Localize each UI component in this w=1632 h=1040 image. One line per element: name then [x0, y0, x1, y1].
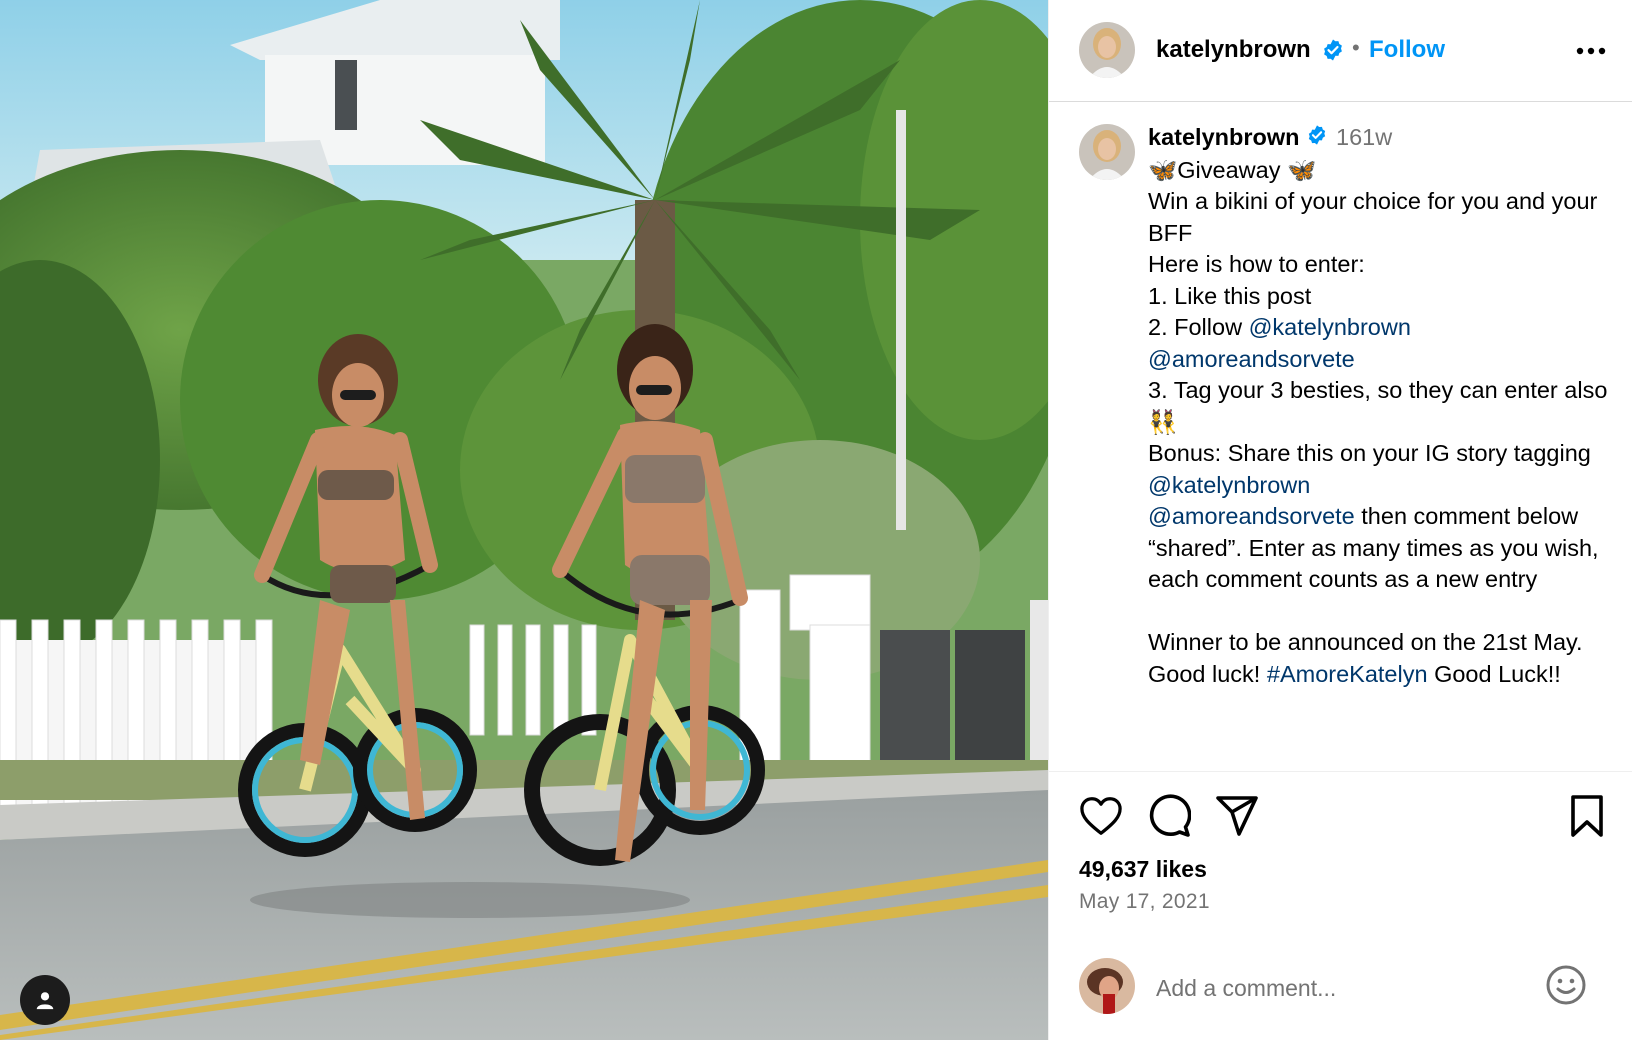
mention-link[interactable]: @katelynbrown — [1249, 314, 1411, 340]
tagged-users-button[interactable] — [20, 975, 70, 1025]
avatar-image — [1079, 22, 1135, 78]
caption-line-5: 3. Tag your 3 besties, so they can enter… — [1148, 377, 1614, 435]
paper-plane-icon — [1216, 796, 1258, 836]
header-username[interactable]: katelynbrown — [1156, 36, 1311, 64]
caption-line-1: Win a bikini of your choice for you and … — [1148, 188, 1604, 246]
post-date: May 17, 2021 — [1079, 890, 1210, 913]
caption-section: katelynbrown 161w 🦋Giveaway 🦋 Win a biki… — [1049, 102, 1632, 772]
caption-line-6-prefix: Bonus: Share this on your IG story taggi… — [1148, 440, 1598, 467]
mention-link[interactable]: @katelynbrown — [1148, 472, 1310, 498]
separator-dot: • — [1352, 35, 1360, 60]
mention-link[interactable]: @amoreandsorvete — [1148, 503, 1355, 529]
post-header: katelynbrown • Follow — [1049, 0, 1632, 102]
verified-badge-icon — [1321, 38, 1345, 67]
caption-text: katelynbrown 161w 🦋Giveaway 🦋 Win a biki… — [1148, 122, 1618, 690]
photo-illustration — [0, 0, 1048, 1040]
share-button[interactable] — [1215, 794, 1259, 843]
more-options-button[interactable] — [1571, 36, 1611, 66]
emoji-button[interactable] — [1545, 964, 1587, 1011]
avatar-image — [1079, 958, 1135, 1014]
hashtag-link[interactable]: #AmoreKatelyn — [1267, 661, 1428, 687]
avatar-image — [1079, 124, 1135, 180]
user-tag-icon — [36, 992, 54, 1010]
likes-count[interactable]: 49,637 likes — [1079, 856, 1207, 883]
post-actions: 49,637 likes May 17, 2021 — [1049, 772, 1632, 1040]
follow-button[interactable]: Follow — [1369, 36, 1445, 64]
caption-line-giveaway: 🦋Giveaway 🦋 — [1148, 156, 1317, 183]
avatar[interactable] — [1079, 22, 1135, 78]
post-detail-panel: katelynbrown • Follow katelynbrown 161w … — [1048, 0, 1632, 1040]
viewer-avatar — [1079, 958, 1135, 1014]
caption-username[interactable]: katelynbrown — [1148, 124, 1299, 150]
comment-bubble-icon — [1149, 794, 1192, 837]
heart-icon — [1080, 797, 1122, 835]
post-time-ago[interactable]: 161w — [1336, 124, 1392, 150]
verified-badge-icon — [1306, 123, 1328, 155]
comment-input[interactable] — [1154, 970, 1518, 1006]
like-button[interactable] — [1079, 796, 1123, 841]
more-dots-icon — [1576, 47, 1606, 55]
caption-avatar[interactable] — [1079, 124, 1135, 180]
save-button[interactable] — [1569, 794, 1605, 843]
add-comment-row — [1049, 950, 1632, 1040]
caption-line-3: 1. Like this post — [1148, 282, 1312, 309]
caption-line-7-suffix: Good Luck!! — [1427, 660, 1561, 687]
comment-button[interactable] — [1147, 794, 1192, 843]
mention-link[interactable]: @amoreandsorvete — [1148, 346, 1355, 372]
bookmark-icon — [1571, 795, 1603, 837]
caption-line-2: Here is how to enter: — [1148, 251, 1365, 278]
smiley-icon — [1546, 965, 1586, 1005]
post-photo[interactable] — [0, 0, 1048, 1040]
caption-line-4-prefix: 2. Follow — [1148, 314, 1249, 341]
